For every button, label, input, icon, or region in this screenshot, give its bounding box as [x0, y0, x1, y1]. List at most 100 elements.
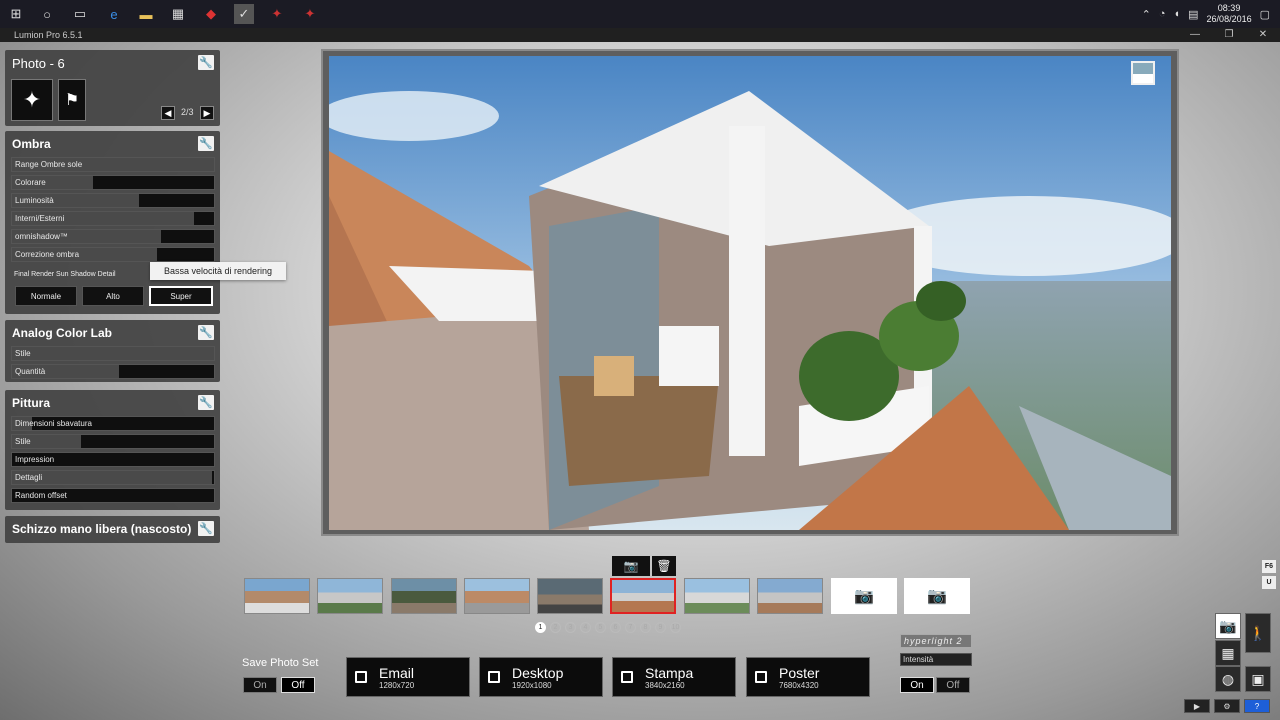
walk-figure-icon[interactable]: 🚶: [1245, 613, 1271, 653]
next-page-icon[interactable]: ▶: [200, 106, 214, 120]
thumbnail[interactable]: [537, 578, 603, 614]
store-icon[interactable]: ▦: [168, 4, 188, 24]
page-indicator: 2/3: [181, 107, 194, 117]
hyperlight-on-toggle[interactable]: On: [900, 677, 934, 693]
page-dot[interactable]: 2: [550, 622, 561, 633]
output-email-button[interactable]: Email 1280x720: [346, 657, 470, 697]
clock[interactable]: 08:39 26/08/2016: [1207, 3, 1252, 25]
settings-gear-icon[interactable]: ⚙: [1214, 699, 1240, 713]
help-icon[interactable]: ?: [1244, 699, 1270, 713]
slider[interactable]: Random offset: [11, 488, 215, 503]
thumbnail[interactable]: [317, 578, 383, 614]
slider[interactable]: Colorare: [11, 175, 215, 190]
scene-image[interactable]: [329, 56, 1171, 530]
page-dot[interactable]: 4: [580, 622, 591, 633]
page-dot[interactable]: 8: [640, 622, 651, 633]
app-red-icon[interactable]: ◆: [201, 4, 221, 24]
page-dot[interactable]: 5: [595, 622, 606, 633]
trash-icon[interactable]: 🗑: [652, 556, 676, 576]
output-desktop-button[interactable]: Desktop 1920x1080: [479, 657, 603, 697]
wrench-icon[interactable]: 🔧: [198, 521, 214, 536]
wrench-icon[interactable]: 🔧: [198, 395, 214, 410]
page-dot[interactable]: 7: [625, 622, 636, 633]
thumbnail[interactable]: [244, 578, 310, 614]
start-icon[interactable]: ⊞: [6, 4, 26, 24]
notifications-icon[interactable]: ▢: [1260, 8, 1270, 21]
photo-mode-camera-icon[interactable]: 📷: [1215, 613, 1241, 639]
slider-label: Colorare: [15, 178, 46, 187]
thumbnail[interactable]: [757, 578, 823, 614]
pittura-sliders: Dimensioni sbavatura Stile Impression Detta…: [5, 416, 220, 503]
slider[interactable]: omnishadow™: [11, 229, 215, 244]
panorama-mode-icon[interactable]: ◍: [1215, 666, 1241, 692]
effect-figure-button[interactable]: ⚑: [58, 79, 86, 121]
save-photo-set-label: Save Photo Set: [242, 657, 319, 669]
output-resolution: 3840x2160: [645, 681, 685, 690]
slider[interactable]: Quantità: [11, 364, 215, 379]
save-set-on-toggle[interactable]: On: [243, 677, 277, 693]
page-dot[interactable]: 6: [610, 622, 621, 633]
save-scene-icon[interactable]: ▣: [1245, 666, 1271, 692]
final-render-label: Final Render Sun Shadow Detail: [14, 271, 116, 278]
slider[interactable]: Stile: [11, 434, 215, 449]
save-set-off-toggle[interactable]: Off: [281, 677, 315, 693]
effect-sparkle-button[interactable]: ✦: [11, 79, 53, 121]
camera-icon: 📷: [927, 588, 947, 605]
volume-icon[interactable]: ◖: [1173, 8, 1180, 20]
intensity-slider[interactable]: Intensità: [900, 653, 972, 666]
wrench-icon[interactable]: 🔧: [198, 136, 214, 151]
lumion-icon[interactable]: ✓: [234, 4, 254, 24]
page-dot[interactable]: 1: [535, 622, 546, 633]
output-title: Stampa: [645, 665, 694, 681]
page-dot[interactable]: 9: [655, 622, 666, 633]
minimize-icon[interactable]: —: [1178, 28, 1212, 42]
camera-icon: 📷: [854, 588, 874, 605]
quality-alto-button[interactable]: Alto: [82, 286, 144, 306]
cortana-icon[interactable]: ○: [37, 4, 57, 24]
task-view-icon[interactable]: ▭: [70, 4, 90, 24]
empty-thumbnail[interactable]: 📷: [831, 578, 897, 614]
play-icon[interactable]: ▶: [1184, 699, 1210, 713]
render-viewport[interactable]: [321, 49, 1179, 536]
quality-normale-button[interactable]: Normale: [15, 286, 77, 306]
slider[interactable]: Luminosità: [11, 193, 215, 208]
app-blue-icon[interactable]: ✦: [267, 4, 287, 24]
output-stampa-button[interactable]: Stampa 3840x2160: [612, 657, 736, 697]
thumbnail[interactable]: [684, 578, 750, 614]
hyperlight-logo: hyperlight 2: [900, 634, 972, 648]
page-dot[interactable]: 3: [565, 622, 576, 633]
app-blue2-icon[interactable]: ✦: [300, 4, 320, 24]
thumbnail[interactable]: [464, 578, 530, 614]
chevron-up-icon[interactable]: ⌃: [1142, 8, 1151, 21]
edge-icon[interactable]: e: [104, 4, 124, 24]
movie-mode-icon[interactable]: ▦: [1215, 640, 1241, 666]
floppy-icon: [621, 671, 633, 683]
output-poster-button[interactable]: Poster 7680x4320: [746, 657, 870, 697]
hyperlight-off-toggle[interactable]: Off: [936, 677, 970, 693]
page-dot[interactable]: 10: [670, 622, 681, 633]
slider[interactable]: Range Ombre sole: [11, 157, 215, 172]
slider[interactable]: Impression: [11, 452, 215, 467]
network-icon[interactable]: ◔: [1159, 8, 1166, 20]
slider-label: omnishadow™: [15, 232, 68, 241]
slider[interactable]: Interni/Esterni: [11, 211, 215, 226]
empty-thumbnail[interactable]: 📷: [904, 578, 970, 614]
keyboard-icon[interactable]: ▤: [1188, 8, 1198, 21]
analog-sliders: Stile Quantità: [5, 346, 220, 379]
wrench-icon[interactable]: 🔧: [198, 325, 214, 340]
restore-icon[interactable]: ❐: [1212, 28, 1246, 42]
slider[interactable]: Stile: [11, 346, 215, 361]
folder-icon[interactable]: ▬: [136, 4, 156, 24]
viewport-toggle-icon[interactable]: [1131, 61, 1155, 85]
thumbnail-selected[interactable]: [610, 578, 676, 614]
camera-icon[interactable]: 📷: [612, 556, 650, 576]
prev-page-icon[interactable]: ◀: [161, 106, 175, 120]
quality-super-button[interactable]: Super: [149, 286, 213, 306]
thumbnail[interactable]: [391, 578, 457, 614]
close-icon[interactable]: ✕: [1246, 28, 1280, 42]
slider-label: Dimensioni sbavatura: [15, 419, 92, 428]
slider[interactable]: Dimensioni sbavatura: [11, 416, 215, 431]
slider[interactable]: Dettagli: [11, 470, 215, 485]
slider[interactable]: Correzione ombra: [11, 247, 215, 262]
wrench-icon[interactable]: 🔧: [198, 55, 214, 70]
